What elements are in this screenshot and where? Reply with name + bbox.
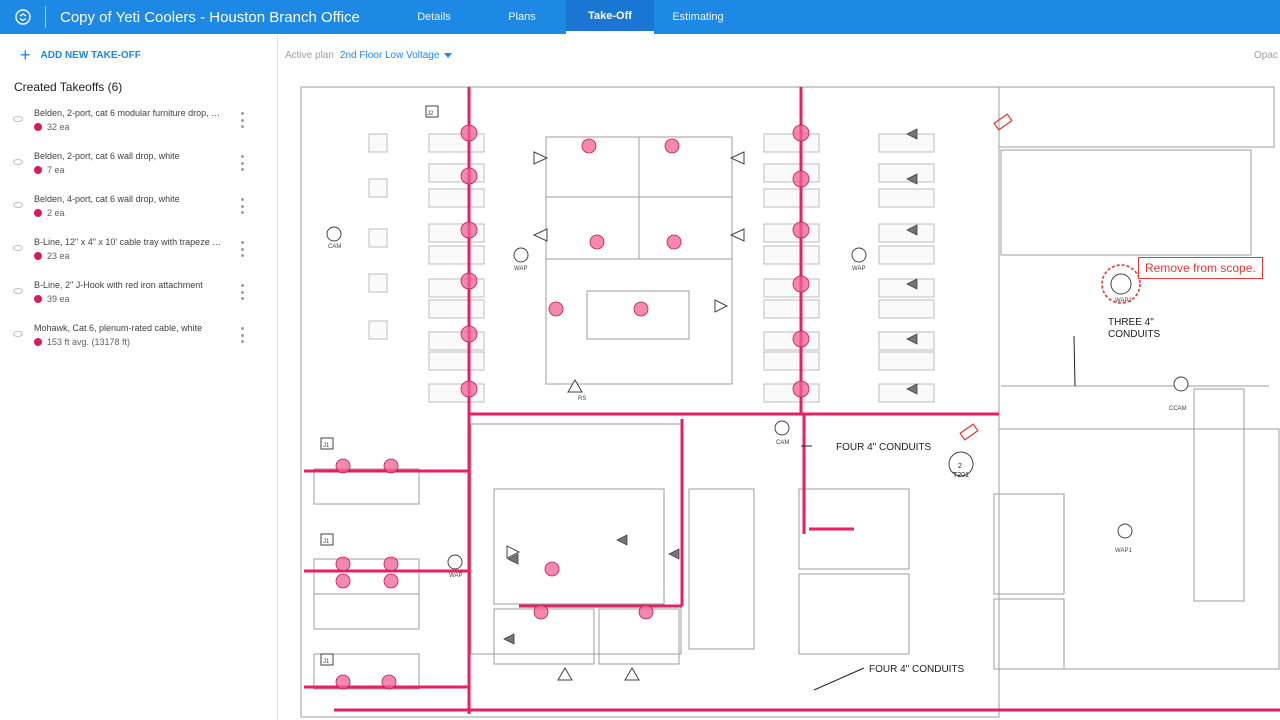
takeoff-sidebar: + ADD NEW TAKE-OFF Created Takeoffs (6) … <box>0 34 278 720</box>
marker-dot-icon <box>34 166 42 174</box>
tag-number: 2 <box>958 463 962 470</box>
eye-icon[interactable] <box>13 202 23 208</box>
takeoff-qty-text: 2 ea <box>47 208 65 218</box>
floor-plan-canvas[interactable]: THREE 4" CONDUITS FOUR 4" CONDUITS FOUR … <box>279 34 1280 720</box>
takeoff-quantity: 32 ea <box>34 122 70 132</box>
takeoff-quantity: 39 ea <box>34 294 70 304</box>
j1-label-c: J1 <box>323 659 330 665</box>
active-plan-dropdown[interactable]: 2nd Floor Low Voltage <box>340 50 453 61</box>
takeoff-name: Mohawk, Cat 6, plenum-rated cable, white <box>34 323 203 333</box>
project-title: Copy of Yeti Coolers - Houston Branch Of… <box>60 8 360 26</box>
list-item[interactable]: B-Line, 12" x 4" x 10' cable tray with t… <box>0 235 278 278</box>
plus-icon: + <box>20 45 31 65</box>
takeoff-quantity: 7 ea <box>34 165 65 175</box>
j1-label-b: J1 <box>323 539 330 545</box>
eye-icon[interactable] <box>13 159 23 165</box>
add-new-takeoff-label: ADD NEW TAKE-OFF <box>40 49 141 61</box>
three-conduits-label-2: CONDUITS <box>1108 329 1161 340</box>
wap1-label-a: WAP1 <box>1115 548 1132 554</box>
remove-from-scope-callout[interactable]: Remove from scope. <box>1138 257 1263 279</box>
takeoff-qty-text: 32 ea <box>47 122 70 132</box>
wap1-label-b: WAP1 <box>1115 298 1132 304</box>
list-item[interactable]: Belden, 4-port, cat 6 wall drop, white 2… <box>0 192 278 235</box>
list-item[interactable]: Mohawk, Cat 6, plenum-rated cable, white… <box>0 321 278 364</box>
more-vert-icon[interactable] <box>238 198 246 214</box>
takeoff-quantity: 23 ea <box>34 251 70 261</box>
takeoff-name: Belden, 2-port, cat 6 modular furniture … <box>34 108 226 118</box>
marker-dot-icon <box>34 252 42 260</box>
wap-label: WAP <box>514 266 527 272</box>
camera-markers <box>959 113 1013 441</box>
takeoff-qty-text: 7 ea <box>47 165 65 175</box>
opacity-control-label[interactable]: Opac <box>1254 50 1278 61</box>
three-conduits-label-1: THREE 4" <box>1108 317 1154 328</box>
takeoff-name: Belden, 4-port, cat 6 wall drop, white <box>34 194 180 204</box>
main-tabs: Details Plans Take-Off Estimating <box>390 0 742 34</box>
takeoff-qty-text: 39 ea <box>47 294 70 304</box>
wap-label-3: WAP <box>449 573 462 579</box>
rs-markers <box>506 151 745 681</box>
more-vert-icon[interactable] <box>238 241 246 257</box>
tab-plans[interactable]: Plans <box>478 0 566 34</box>
cam-label-2: CAM <box>776 440 789 446</box>
eye-icon[interactable] <box>13 245 23 251</box>
active-plan-value: 2nd Floor Low Voltage <box>339 50 440 61</box>
more-vert-icon[interactable] <box>238 284 246 300</box>
list-item[interactable]: Belden, 2-port, cat 6 wall drop, white 7… <box>0 149 278 192</box>
active-plan-label: Active plan <box>285 50 334 61</box>
more-vert-icon[interactable] <box>238 112 246 128</box>
conduit-leaders <box>801 335 1076 691</box>
plan-viewer[interactable]: THREE 4" CONDUITS FOUR 4" CONDUITS FOUR … <box>279 34 1280 720</box>
eye-icon[interactable] <box>13 288 23 294</box>
cam-label: CAM <box>328 244 341 250</box>
marker-dot-icon <box>34 123 42 131</box>
stairwell-right <box>1193 388 1245 602</box>
tag-t201: T201 <box>953 472 969 479</box>
four-conduits-top-label: FOUR 4" CONDUITS <box>836 442 932 453</box>
marker-dot-icon <box>34 295 42 303</box>
active-plan-selector: Active plan 2nd Floor Low Voltage <box>285 50 453 61</box>
stairwell-center <box>688 488 755 650</box>
takeoff-qty-text: 153 ft avg. (13178 ft) <box>47 337 131 347</box>
eye-icon[interactable] <box>13 331 23 337</box>
list-item[interactable]: B-Line, 2" J-Hook with red iron attachme… <box>0 278 278 321</box>
four-conduits-bottom-label: FOUR 4" CONDUITS <box>869 664 965 675</box>
takeoff-name: B-Line, 2" J-Hook with red iron attachme… <box>34 280 203 290</box>
j1-label-a: J1 <box>323 443 330 449</box>
takeoff-quantity: 2 ea <box>34 208 65 218</box>
takeoff-qty-text: 23 ea <box>47 251 70 261</box>
takeoff-list: Belden, 2-port, cat 6 modular furniture … <box>0 106 278 364</box>
chevron-down-icon <box>444 53 453 58</box>
wall-drop-markers <box>503 128 918 645</box>
tab-details[interactable]: Details <box>390 0 478 34</box>
add-new-takeoff-button[interactable]: + ADD NEW TAKE-OFF <box>20 45 141 65</box>
top-app-bar: Copy of Yeti Coolers - Houston Branch Of… <box>0 0 1280 34</box>
list-item[interactable]: Belden, 2-port, cat 6 modular furniture … <box>0 106 278 149</box>
app-switch-icon[interactable] <box>0 6 46 28</box>
wap-label-2: WAP <box>852 266 865 272</box>
desk-rows <box>368 133 935 403</box>
exterior-wall-right <box>998 86 1275 148</box>
j2-label: J2 <box>427 111 434 117</box>
ccam-label: CCAM <box>1169 406 1187 412</box>
marker-dot-icon <box>34 209 42 217</box>
created-takeoffs-title: Created Takeoffs (6) <box>14 80 123 94</box>
marker-dot-icon <box>34 338 42 346</box>
more-vert-icon[interactable] <box>238 155 246 171</box>
eye-icon[interactable] <box>13 116 23 122</box>
tab-take-off[interactable]: Take-Off <box>566 0 654 34</box>
more-vert-icon[interactable] <box>238 327 246 343</box>
tab-estimating[interactable]: Estimating <box>654 0 742 34</box>
takeoff-quantity: 153 ft avg. (13178 ft) <box>34 337 130 347</box>
takeoff-name: Belden, 2-port, cat 6 wall drop, white <box>34 151 180 161</box>
rs-label: RS <box>578 396 586 402</box>
takeoff-name: B-Line, 12" x 4" x 10' cable tray with t… <box>34 237 226 247</box>
